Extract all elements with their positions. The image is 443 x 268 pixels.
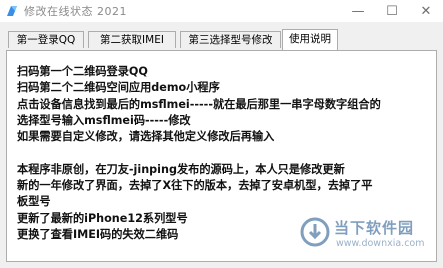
client-area: 第一登录QQ 第二获取IMEI 第三选择型号修改 使用说明 扫码第一个二维码登录… (0, 22, 443, 268)
tab-select-model[interactable]: 第三选择型号修改 (180, 31, 281, 48)
app-icon (7, 6, 17, 16)
instruction-line: 新的一年修改了界面，去掉了X往下的版本，去掉了安卓机型，去掉了平 (17, 179, 373, 193)
instruction-line: 点击设备信息找到最后的msflmei-----就在最后那里一串字母数字组合的 (17, 97, 381, 111)
tab-login-qq[interactable]: 第一登录QQ (8, 31, 84, 48)
close-icon: ✕ (420, 3, 432, 19)
watermark: 当下软件园 www.downxia.com (300, 215, 428, 255)
instruction-line: 板型号 (17, 195, 51, 209)
instruction-line: 本程序非原创，在刀友-jinping发布的源码上，本人只是修改更新 (17, 162, 345, 176)
tab-panel: 扫码第一个二维码登录QQ 扫码第二个二维码空间应用demo小程序 点击设备信息找… (6, 50, 437, 262)
minimize-icon: — (351, 3, 365, 19)
watermark-url: www.downxia.com (336, 238, 425, 249)
tab-get-imei[interactable]: 第二获取IMEI (88, 31, 176, 48)
window-controls: — ☐ ✕ (341, 0, 443, 22)
instruction-line: 扫码第一个二维码登录QQ (17, 65, 148, 78)
tab-strip: 第一登录QQ 第二获取IMEI 第三选择型号修改 使用说明 (6, 29, 437, 50)
tab-label: 第一登录QQ (16, 34, 76, 46)
title-bar: 修改在线状态 2021 — ☐ ✕ (0, 0, 443, 22)
maximize-icon: ☐ (386, 3, 398, 19)
instruction-line: 选择型号输入msflmei码-----修改 (17, 113, 191, 127)
maximize-button[interactable]: ☐ (375, 0, 409, 22)
tab-usage-instructions[interactable]: 使用说明 (282, 29, 338, 50)
tab-label: 使用说明 (289, 33, 331, 45)
minimize-button[interactable]: — (341, 0, 375, 22)
close-button[interactable]: ✕ (409, 0, 443, 22)
instruction-line: 如果需要自定义修改，请选择其他定义修改后再输入 (17, 130, 275, 144)
watermark-name: 当下软件园 (334, 219, 415, 237)
instruction-line: 扫码第二个二维码空间应用demo小程序 (17, 81, 220, 95)
downxia-logo-icon (300, 217, 330, 247)
tab-label: 第二获取IMEI (100, 34, 164, 46)
tab-label: 第三选择型号修改 (188, 34, 273, 46)
window-title: 修改在线状态 2021 (24, 5, 127, 18)
